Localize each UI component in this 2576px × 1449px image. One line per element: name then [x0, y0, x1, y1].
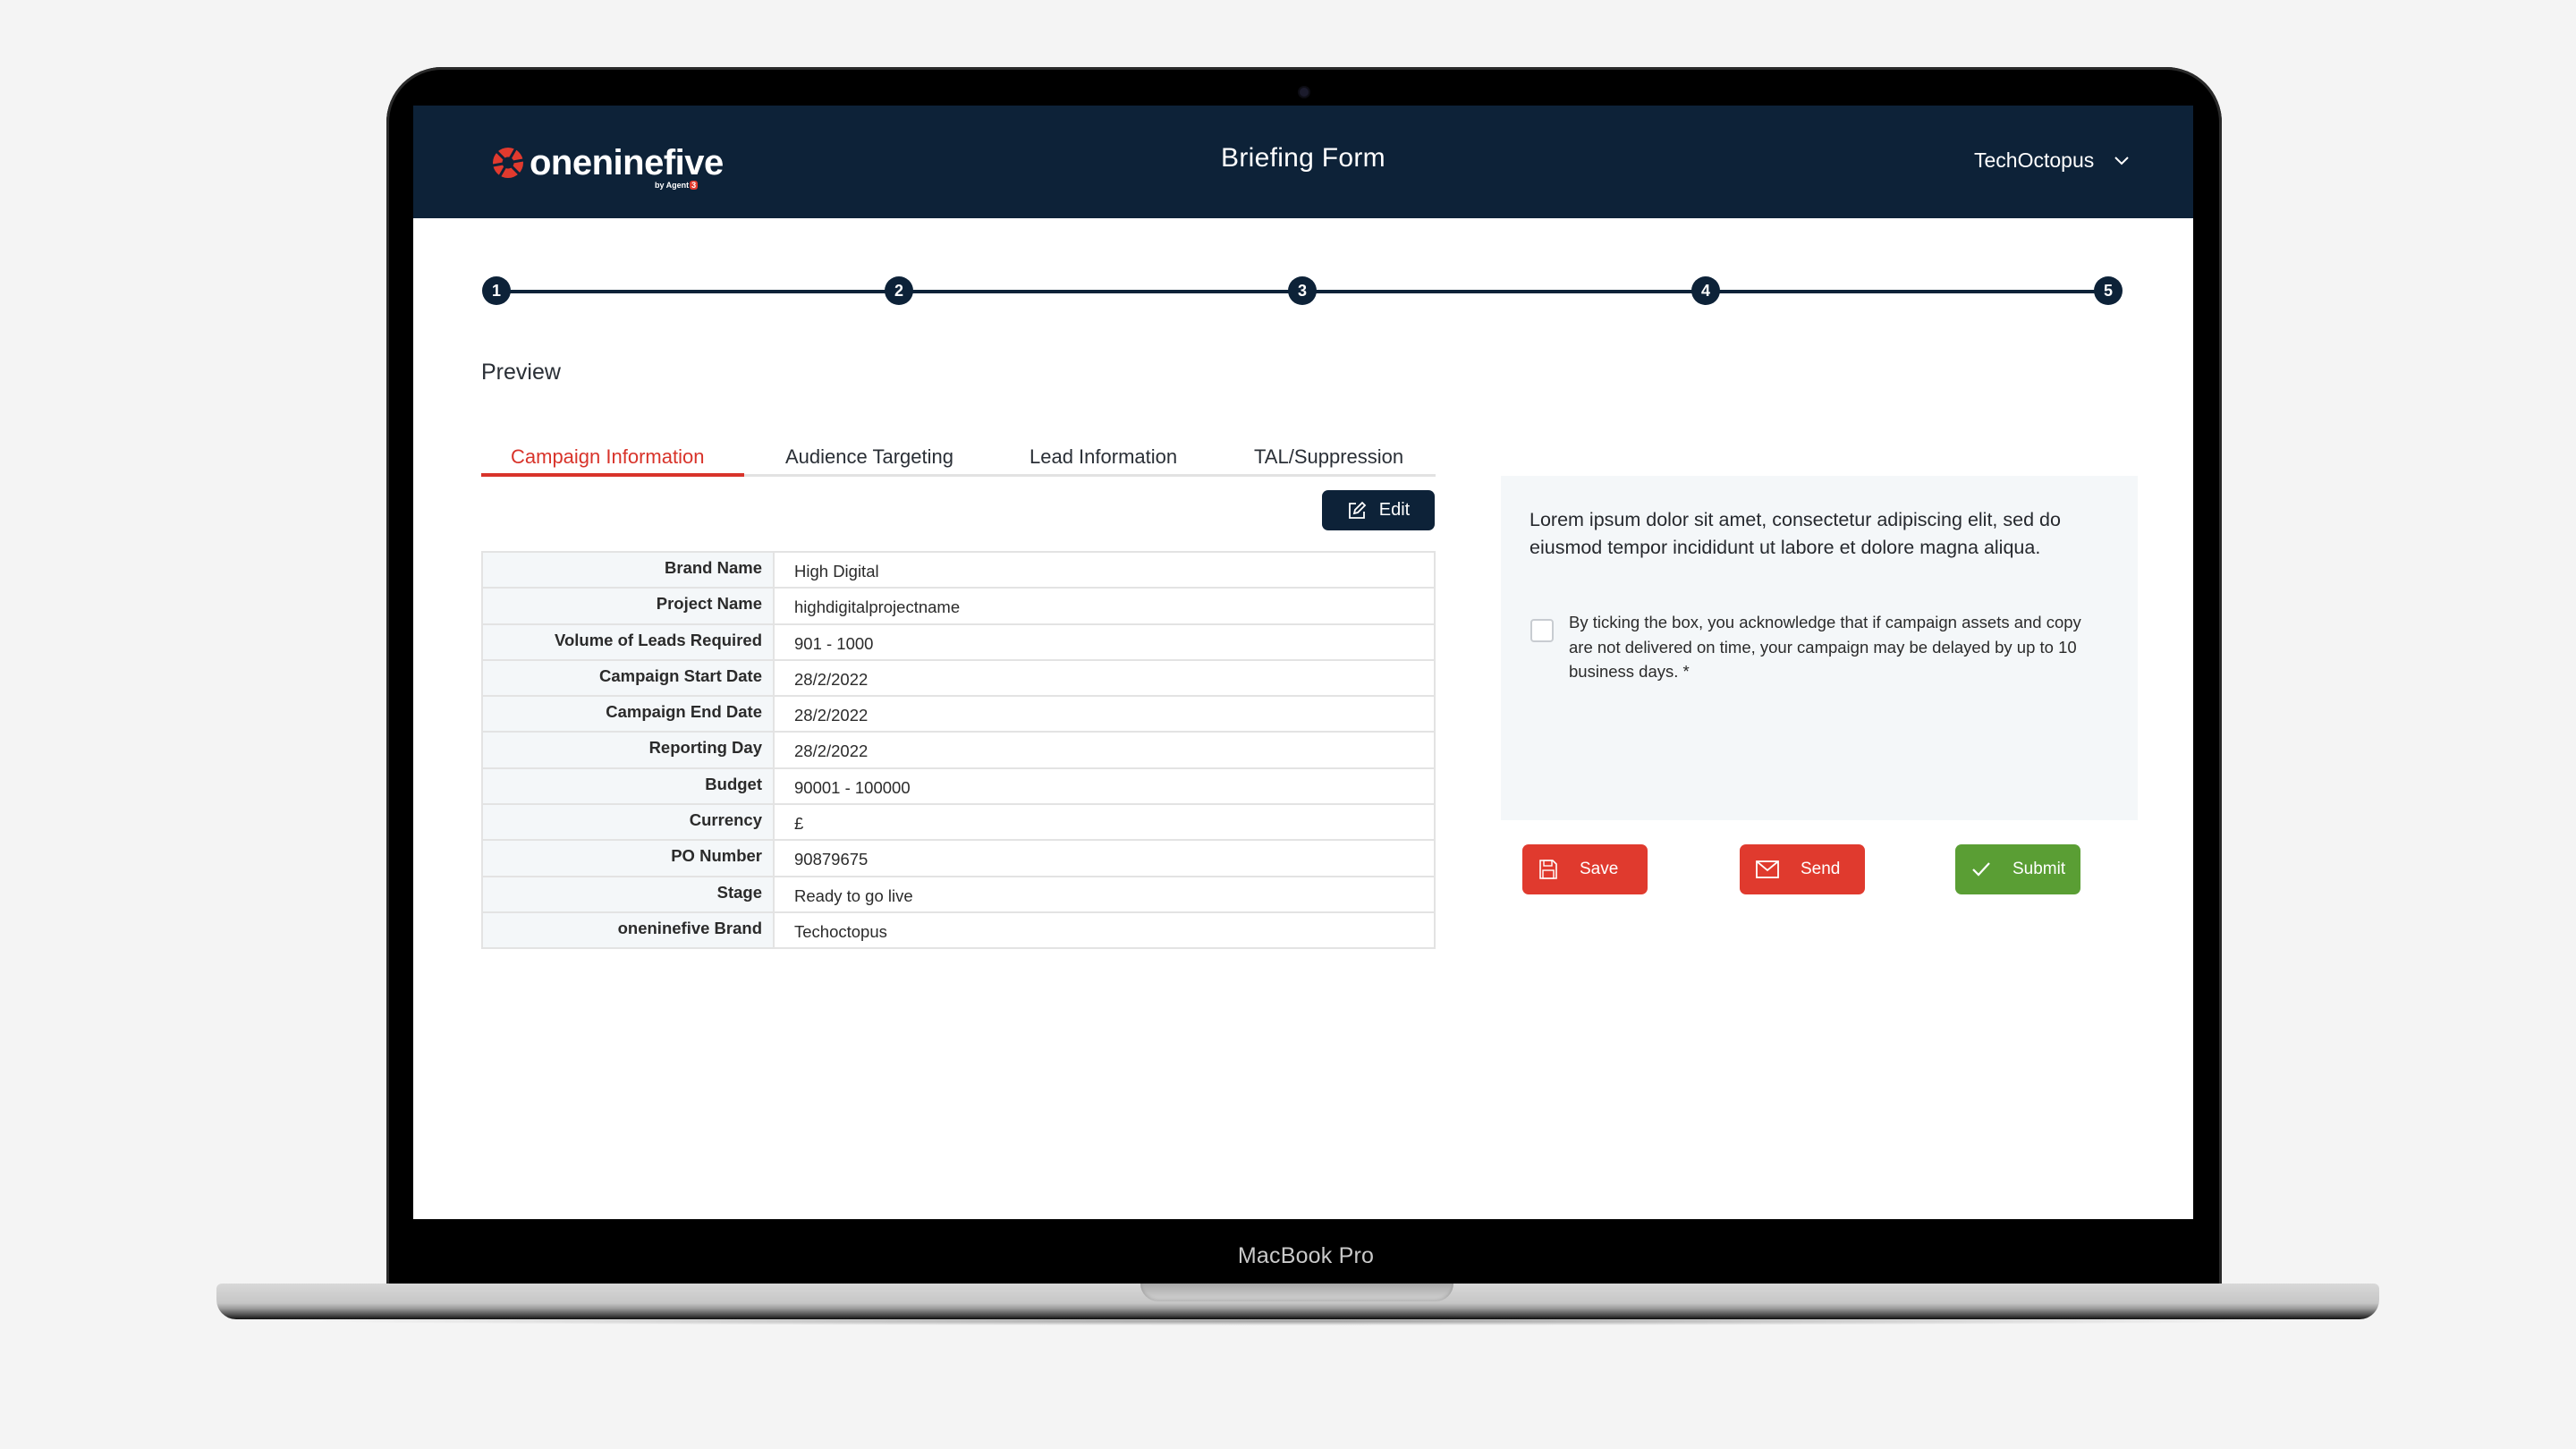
table-row: Reporting Day 28/2/2022 [481, 731, 1436, 769]
table-row: Campaign Start Date 28/2/2022 [481, 658, 1436, 698]
submit-button[interactable]: Submit [1955, 844, 2080, 894]
table-row: Stage Ready to go live [481, 875, 1436, 913]
device-label: MacBook Pro [1237, 1243, 1375, 1268]
save-button[interactable]: Save [1522, 844, 1648, 894]
row-label: Campaign Start Date [481, 658, 775, 698]
brand-byline-text: by Agent [655, 181, 690, 190]
row-value: High Digital [773, 550, 1436, 589]
tab-tal-suppression[interactable]: TAL/Suppression [1254, 445, 1403, 469]
chevron-down-icon [2114, 156, 2129, 165]
brand-byline: by Agent 3 [655, 181, 699, 190]
send-button-label: Send [1801, 860, 1841, 878]
tab-campaign-information[interactable]: Campaign Information [511, 445, 704, 469]
table-row: Budget 90001 - 100000 [481, 767, 1436, 806]
table-row: Campaign End Date 28/2/2022 [481, 695, 1436, 733]
row-value: £ [773, 803, 1436, 842]
page-title: Preview [481, 360, 561, 385]
step-3[interactable]: 3 [1288, 276, 1317, 305]
row-value: 901 - 1000 [773, 623, 1436, 661]
row-label: Volume of Leads Required [481, 623, 775, 661]
table-row: Volume of Leads Required 901 - 1000 [481, 623, 1436, 661]
table-row: Currency £ [481, 803, 1436, 842]
submit-button-label: Submit [2012, 860, 2066, 878]
row-value: Techoctopus [773, 911, 1436, 950]
edit-icon [1348, 501, 1367, 519]
step-2[interactable]: 2 [885, 276, 913, 305]
row-label: Project Name [481, 587, 775, 625]
step-1[interactable]: 1 [482, 276, 511, 305]
row-value: highdigitalprojectname [773, 587, 1436, 625]
account-dropdown[interactable]: TechOctopus [1974, 148, 2130, 173]
panel-intro-text: Lorem ipsum dolor sit amet, consectetur … [1530, 509, 2061, 558]
account-name: TechOctopus [1974, 148, 2095, 172]
brand-byline-badge: 3 [690, 181, 699, 190]
row-label: Reporting Day [481, 731, 775, 769]
table-row: oneninefive Brand Techoctopus [481, 911, 1436, 950]
row-label: PO Number [481, 839, 775, 877]
acknowledge-text: By ticking the box, you acknowledge that… [1569, 613, 2081, 681]
save-icon [1539, 860, 1557, 879]
row-value: 90879675 [773, 839, 1436, 877]
camera-icon [1300, 88, 1309, 97]
laptop-shadow [295, 1317, 2299, 1326]
row-label: Brand Name [481, 550, 775, 589]
step-4[interactable]: 4 [1691, 276, 1720, 305]
row-label: Budget [481, 767, 775, 806]
row-value: Ready to go live [773, 875, 1436, 913]
active-tab-indicator [481, 473, 744, 477]
check-icon [1972, 862, 1990, 877]
screen: oneninefive by Agent 3 Briefing Form Tech… [413, 106, 2193, 1219]
submission-panel: Lorem ipsum dolor sit amet, consectetur … [1501, 476, 2138, 894]
row-value: 28/2/2022 [773, 731, 1436, 769]
row-label: Currency [481, 803, 775, 842]
app-header: oneninefive by Agent 3 Briefing Form Tech… [413, 106, 2193, 218]
row-label: Campaign End Date [481, 695, 775, 733]
campaign-info-table: Brand Name High Digital Project Name highdi… [481, 550, 1436, 950]
step-5[interactable]: 5 [2094, 276, 2123, 305]
tab-audience-targeting[interactable]: Audience Targeting [785, 445, 953, 469]
edit-button-label: Edit [1378, 500, 1411, 520]
mail-icon [1756, 860, 1779, 878]
table-row: PO Number 90879675 [481, 839, 1436, 877]
acknowledge-checkbox[interactable] [1530, 619, 1554, 642]
row-value: 90001 - 100000 [773, 767, 1436, 806]
row-value: 28/2/2022 [773, 658, 1436, 698]
table-row: Brand Name High Digital [481, 550, 1436, 589]
laptop-hinge-notch [1140, 1284, 1453, 1301]
table-row: Project Name highdigitalprojectname [481, 587, 1436, 625]
row-label: oneninefive Brand [481, 911, 775, 950]
row-value: 28/2/2022 [773, 695, 1436, 733]
tab-lead-information[interactable]: Lead Information [1030, 445, 1177, 469]
save-button-label: Save [1580, 860, 1619, 878]
edit-button[interactable]: Edit [1322, 490, 1435, 530]
row-label: Stage [481, 875, 775, 913]
page-header-title: Briefing Form [1221, 143, 1385, 173]
send-button[interactable]: Send [1740, 844, 1865, 894]
